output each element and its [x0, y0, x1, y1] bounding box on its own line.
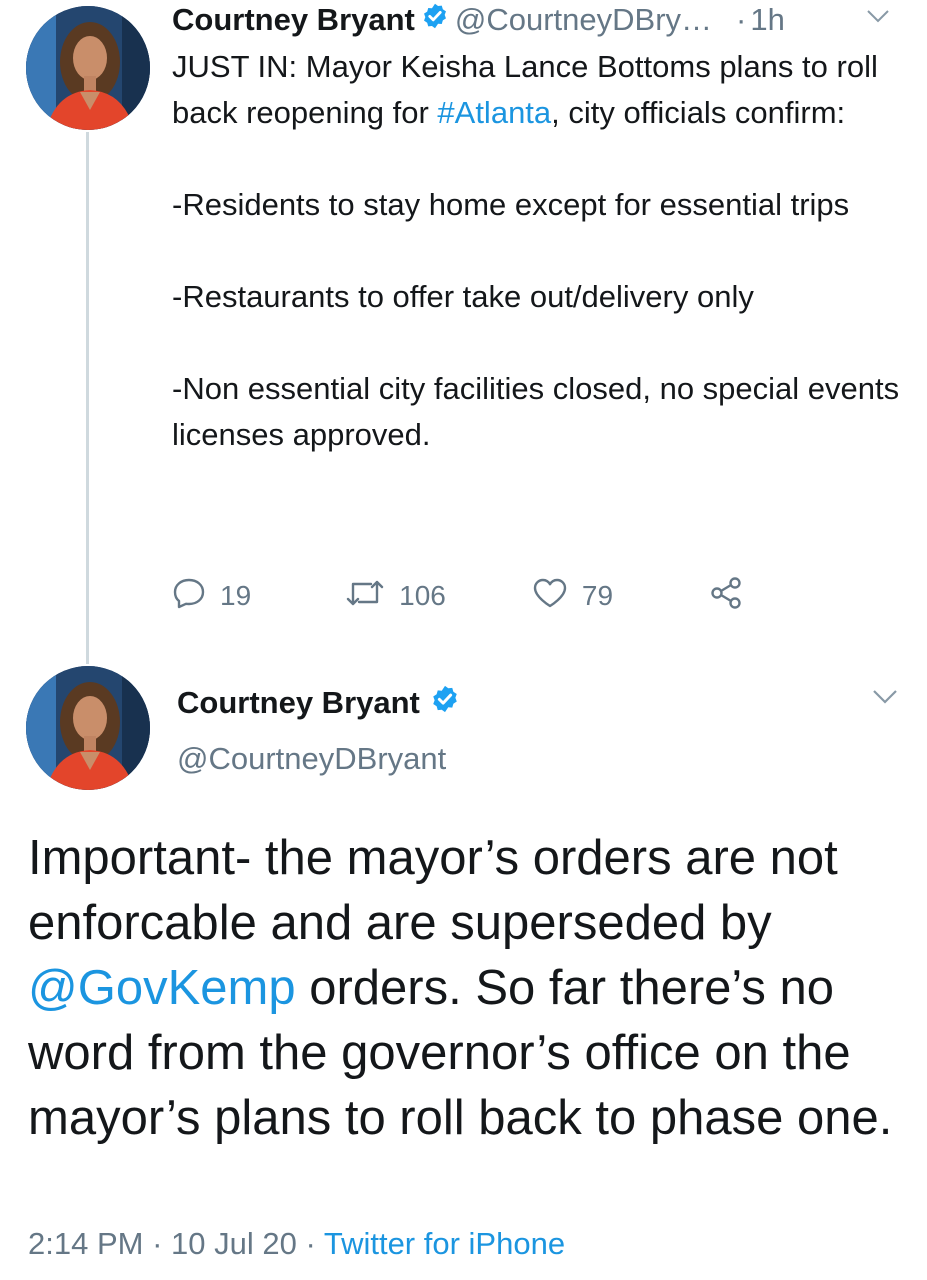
tweet-intro: JUST IN: Mayor Keisha Lance Bottoms plan… — [172, 49, 878, 130]
source-link[interactable]: Twitter for iPhone — [324, 1226, 565, 1261]
tweet-date[interactable]: 10 Jul 20 — [171, 1226, 297, 1261]
author-name[interactable]: Courtney Bryant — [172, 2, 415, 38]
hashtag-link[interactable]: #Atlanta — [437, 95, 551, 130]
reply-button[interactable]: 19 — [172, 577, 251, 616]
thread-connector — [86, 132, 89, 664]
like-button[interactable]: 79 — [532, 577, 613, 616]
avatar[interactable] — [26, 6, 150, 130]
tweet-time[interactable]: 2:14 PM — [28, 1226, 143, 1261]
verified-badge-icon — [421, 2, 449, 38]
separator-dot: · — [736, 2, 747, 37]
author-handle[interactable]: @CourtneyDBryant — [177, 741, 446, 777]
verified-badge-icon — [430, 684, 460, 722]
heart-icon — [532, 577, 568, 616]
like-count: 79 — [581, 580, 614, 611]
tweet-metadata: 2:14 PM · 10 Jul 20 · Twitter for iPhone — [28, 1226, 566, 1261]
share-icon — [709, 576, 743, 617]
bullet-residents: -Residents to stay home except for essen… — [172, 187, 850, 222]
chevron-down-icon[interactable] — [866, 8, 890, 29]
chevron-down-icon[interactable] — [872, 688, 898, 711]
tweet-time[interactable]: 1h — [750, 2, 784, 38]
tweet-header: Courtney Bryant @CourtneyDBry… · 1h — [172, 0, 785, 40]
mention-link[interactable]: @GovKemp — [28, 961, 296, 1015]
avatar[interactable] — [26, 666, 150, 790]
author-handle[interactable]: @CourtneyDBry… — [455, 2, 712, 38]
tweet-actions: 19 106 79 — [172, 574, 743, 618]
retweet-icon — [345, 578, 385, 615]
tweet-text: JUST IN: Mayor Keisha Lance Bottoms plan… — [172, 44, 902, 458]
reply-count: 19 — [220, 580, 252, 611]
retweet-count: 106 — [399, 580, 446, 611]
author-name[interactable]: Courtney Bryant — [177, 685, 420, 721]
share-button[interactable] — [709, 576, 743, 617]
tweet-text: Important- the mayor’s orders are not en… — [28, 831, 893, 1145]
retweet-button[interactable]: 106 — [345, 578, 446, 615]
bullet-restaurants: -Restaurants to offer take out/delivery … — [172, 279, 754, 314]
author-name-row: Courtney Bryant — [177, 684, 466, 722]
reply-icon — [172, 577, 206, 616]
bullet-facilities: -Non essential city facilities closed, n… — [172, 371, 900, 452]
